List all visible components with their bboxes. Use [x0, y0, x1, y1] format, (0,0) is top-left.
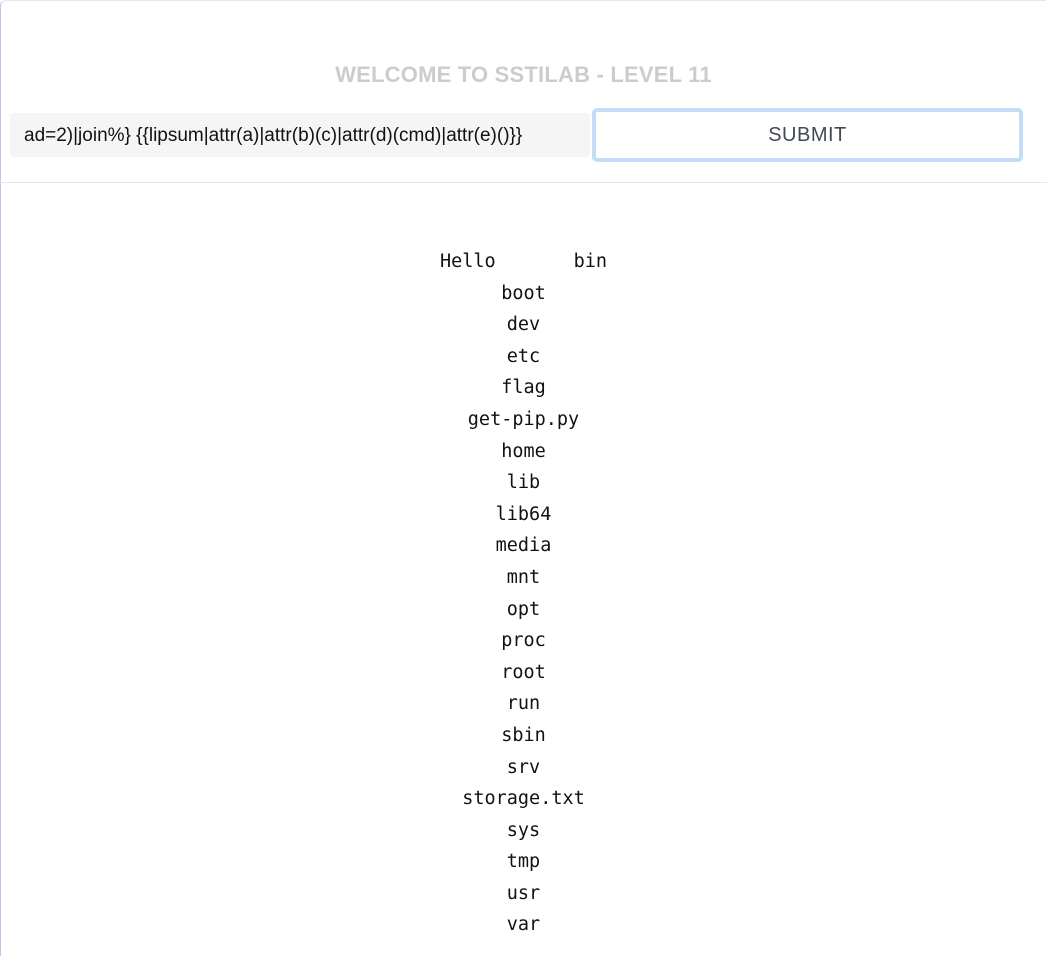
payload-form: ad=2)|join%} {{lipsum|attr(a)|attr(b)(c)… [10, 108, 1024, 162]
payload-input-box[interactable] [10, 113, 590, 157]
output-line: dev [506, 314, 541, 336]
output-line: lib64 [495, 503, 552, 525]
output-line: flag [501, 377, 546, 399]
output-line: var [506, 914, 541, 936]
page-title: WELCOME TO SSTILAB - LEVEL 11 [335, 62, 712, 87]
output-line: etc [506, 345, 541, 367]
output-line: home [501, 440, 546, 462]
greeting-text: Hello [439, 251, 496, 272]
output-line: usr [506, 882, 541, 904]
output-line: sbin [501, 724, 546, 746]
submit-button[interactable]: SUBMIT [592, 108, 1023, 162]
output-gap [496, 251, 574, 272]
output-listing: boot dev etc flag get-pip.py home lib lib64 medi… [0, 278, 1047, 941]
output-line: proc [501, 630, 546, 652]
render-output: Hello bin boot dev etc flag get-pip.py home li… [0, 246, 1047, 941]
output-line: mnt [506, 566, 541, 588]
output-line: run [506, 693, 541, 715]
output-line: boot [501, 282, 546, 304]
output-line: tmp [506, 851, 541, 873]
output-first-line: Hello bin [0, 246, 1047, 278]
output-line: root [501, 661, 546, 683]
divider [0, 182, 1047, 183]
output-line: bin [573, 251, 608, 272]
output-line: media [495, 535, 552, 557]
output-line: get-pip.py [467, 408, 580, 430]
output-line: sys [506, 819, 541, 841]
output-line: lib [506, 472, 541, 494]
output-line: opt [506, 598, 541, 620]
output-line: storage.txt [462, 788, 585, 810]
output-line: srv [506, 756, 541, 778]
